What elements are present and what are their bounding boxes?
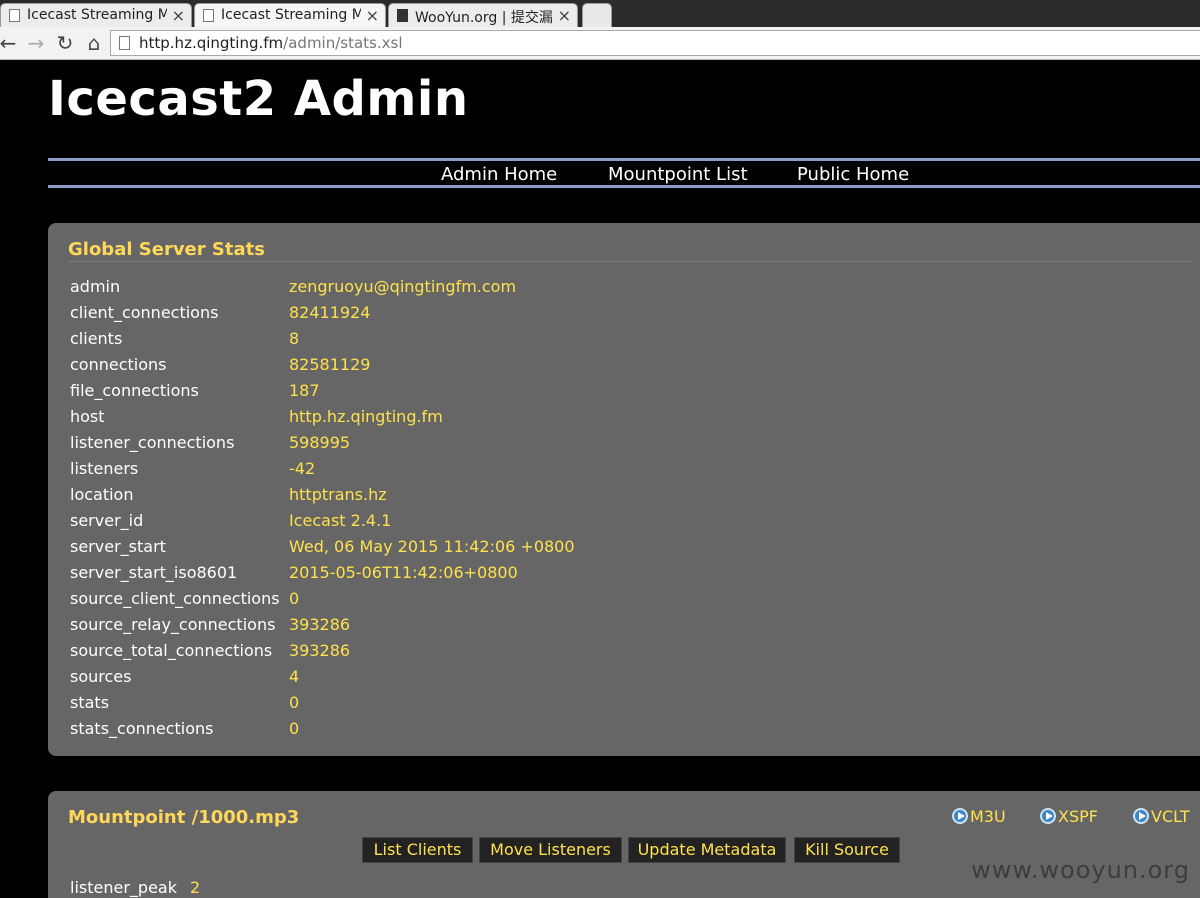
forward-arrow-icon[interactable]: →	[24, 31, 48, 55]
stat-key: source_total_connections	[70, 641, 273, 660]
stat-value: 0	[289, 693, 300, 712]
xspf-link[interactable]: XSPF	[1040, 807, 1098, 826]
page-icon	[9, 9, 20, 22]
move-listeners-button[interactable]: Move Listeners	[479, 837, 622, 863]
browser-tab-1[interactable]: Icecast Streaming Me ×	[0, 3, 192, 27]
tab-label: Icecast Streaming Me	[27, 7, 167, 23]
play-icon	[952, 808, 968, 824]
nav-public-home[interactable]: Public Home	[797, 164, 909, 185]
xspf-label: XSPF	[1058, 807, 1098, 826]
stat-value: 187	[289, 381, 320, 400]
close-icon[interactable]: ×	[172, 6, 185, 25]
page-content: Icecast2 Admin Admin Home Mountpoint Lis…	[0, 61, 1200, 898]
stat-key: client_connections	[70, 303, 219, 322]
browser-tab-2[interactable]: Icecast Streaming Me ×	[194, 3, 386, 27]
stat-value: 82581129	[289, 355, 371, 374]
new-tab-button[interactable]	[582, 3, 612, 27]
home-icon[interactable]: ⌂	[82, 31, 106, 55]
tab-label: WooYun.org | 提交漏	[415, 10, 553, 26]
stat-value: httptrans.hz	[289, 485, 387, 504]
stat-value: zengruoyu@qingtingfm.com	[289, 277, 517, 296]
watermark: www.wooyun.org	[971, 856, 1190, 884]
tab-label: Icecast Streaming Me	[221, 7, 361, 23]
m3u-label: M3U	[970, 807, 1006, 826]
stat-key: listener_connections	[70, 433, 235, 452]
nav-mountpoint-list[interactable]: Mountpoint List	[608, 164, 748, 185]
stat-key: location	[70, 485, 134, 504]
stat-key: host	[70, 407, 105, 426]
stat-value: 0	[289, 589, 300, 608]
wooyun-icon	[397, 9, 408, 22]
stat-value: Icecast 2.4.1	[289, 511, 392, 530]
stat-value: 8	[289, 329, 300, 348]
close-icon[interactable]: ×	[366, 6, 379, 25]
stat-key: listener_peak	[70, 878, 177, 897]
stat-key: source_client_connections	[70, 589, 280, 608]
stat-value: 598995	[289, 433, 351, 452]
url-host: http.hz.qingting.fm	[139, 34, 284, 52]
url-path: /admin/stats.xsl	[283, 34, 403, 52]
stat-key: file_connections	[70, 381, 199, 400]
browser-toolbar: ← → ↻ ⌂ http.hz.qingting.fm/admin/stats.…	[0, 27, 1200, 60]
global-stats-panel: Global Server Stats admin zengruoyu@qingt…	[48, 223, 1200, 756]
stat-key: stats	[70, 693, 110, 712]
reload-icon[interactable]: ↻	[53, 31, 77, 55]
nav-admin-home[interactable]: Admin Home	[441, 164, 557, 185]
stat-value: -42	[289, 459, 316, 478]
stat-key: admin	[70, 277, 121, 296]
play-icon	[1133, 808, 1149, 824]
play-icon	[1040, 808, 1056, 824]
update-metadata-button[interactable]: Update Metadata	[628, 837, 786, 863]
stat-key: source_relay_connections	[70, 615, 276, 634]
stat-value: 0	[289, 719, 300, 738]
page-icon	[119, 36, 130, 50]
stat-value: Wed, 06 May 2015 11:42:06 +0800	[289, 537, 575, 556]
stat-value: 4	[289, 667, 300, 686]
m3u-link[interactable]: M3U	[952, 807, 1006, 826]
address-bar[interactable]: http.hz.qingting.fm/admin/stats.xsl	[110, 30, 1200, 56]
stat-value: 82411924	[289, 303, 371, 322]
page-title: Icecast2 Admin	[48, 71, 469, 127]
vclt-link[interactable]: VCLT	[1133, 807, 1190, 826]
close-icon[interactable]: ×	[558, 6, 571, 25]
stat-value: 2015-05-06T11:42:06+0800	[289, 563, 518, 582]
stat-key: listeners	[70, 459, 139, 478]
stat-key: server_start_iso8601	[70, 563, 238, 582]
stat-key: sources	[70, 667, 132, 686]
stat-key: clients	[70, 329, 123, 348]
divider	[68, 261, 1194, 262]
stat-value: 2	[190, 878, 201, 897]
stat-key: server_id	[70, 511, 144, 530]
browser-tab-3[interactable]: WooYun.org | 提交漏 ×	[388, 3, 578, 27]
stat-key: stats_connections	[70, 719, 214, 738]
panel-title: Global Server Stats	[68, 239, 265, 260]
page-icon	[203, 9, 214, 22]
stat-value: 393286	[289, 615, 351, 634]
vclt-label: VCLT	[1151, 807, 1190, 826]
stat-value: http.hz.qingting.fm	[289, 407, 443, 426]
back-arrow-icon[interactable]: ←	[0, 31, 20, 55]
browser-tab-strip: Icecast Streaming Me × Icecast Streaming…	[0, 0, 1200, 27]
stat-key: connections	[70, 355, 167, 374]
kill-source-button[interactable]: Kill Source	[794, 837, 900, 863]
admin-nav: Admin Home Mountpoint List Public Home	[48, 158, 1200, 188]
stat-value: 393286	[289, 641, 351, 660]
mountpoint-title: Mountpoint /1000.mp3	[68, 807, 300, 828]
stat-key: server_start	[70, 537, 166, 556]
list-clients-button[interactable]: List Clients	[362, 837, 473, 863]
